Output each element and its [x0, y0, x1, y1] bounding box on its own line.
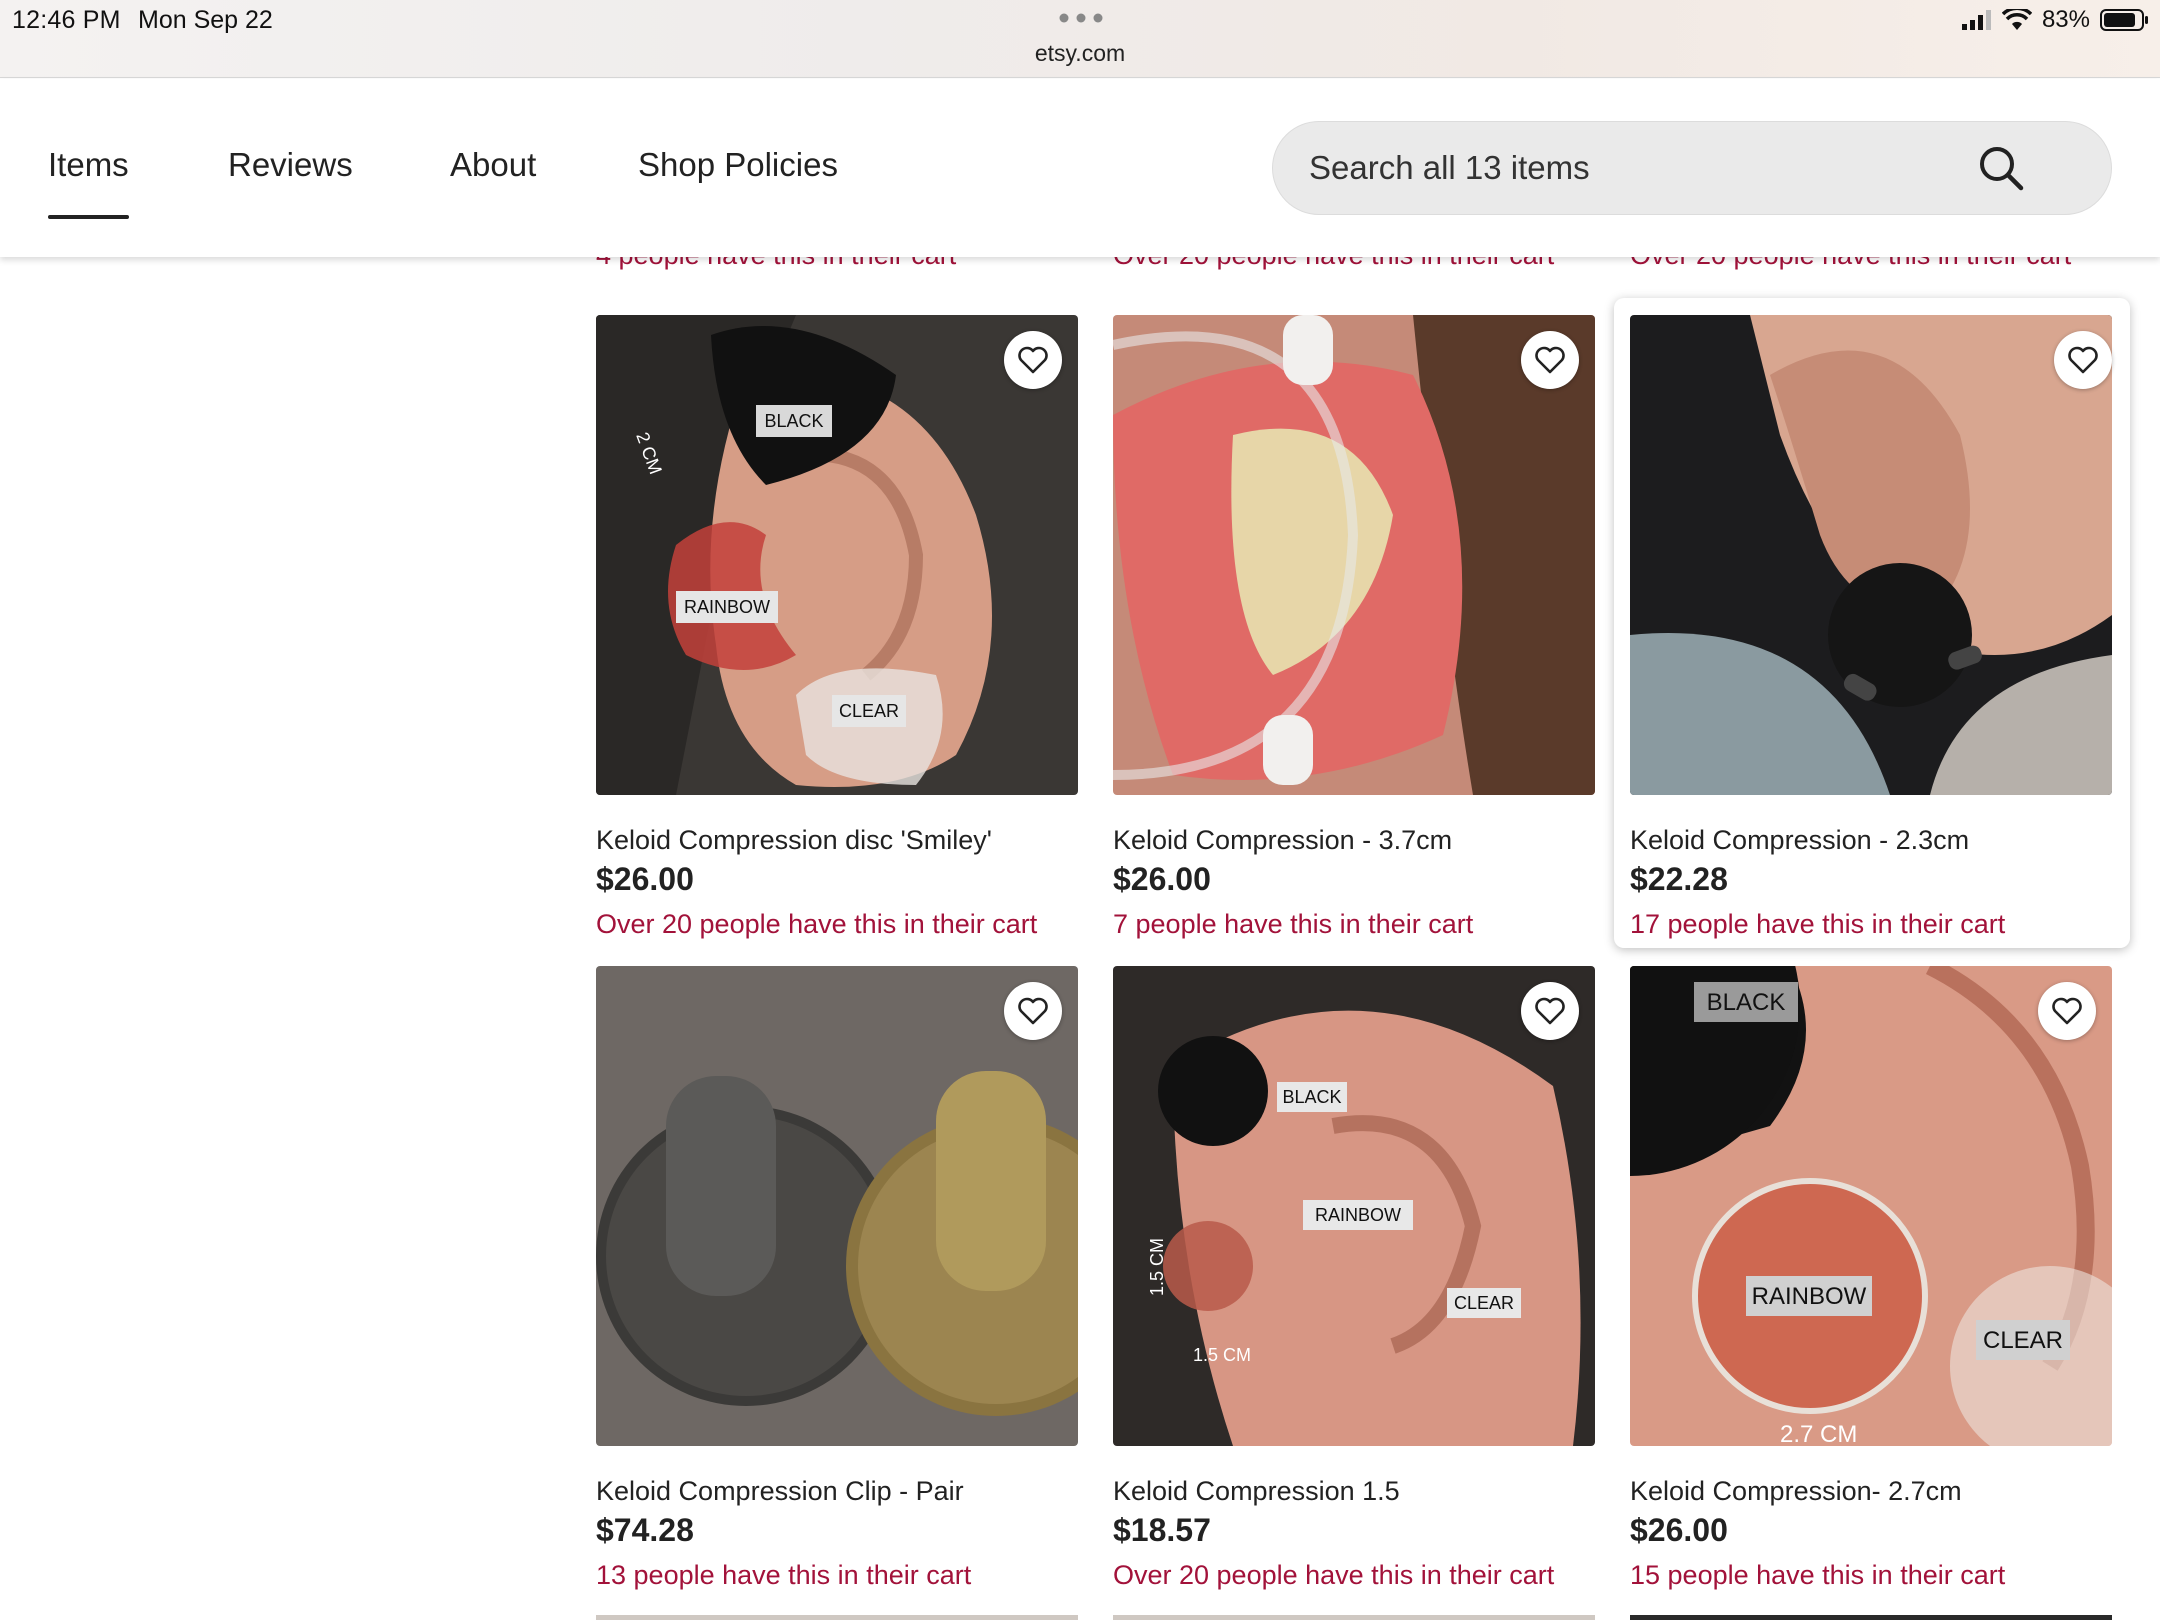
search-icon[interactable]	[1975, 142, 2029, 196]
listing-image[interactable]: BLACK RAINBOW CLEAR 2.7 CM	[1630, 966, 2112, 1446]
label-black: BLACK	[1707, 989, 1786, 1016]
listing-title[interactable]: Keloid Compression - 2.3cm	[1630, 825, 1969, 856]
favorite-button[interactable]	[1004, 331, 1062, 389]
battery-icon	[2100, 9, 2148, 31]
listing-price: $22.28	[1630, 861, 1728, 897]
shop-search[interactable]	[1272, 121, 2112, 215]
more-dots-icon[interactable]	[1056, 10, 1106, 26]
cart-note: 7 people have this in their cart	[1113, 909, 1474, 939]
cart-note: Over 20 people have this in their cart	[596, 909, 1038, 939]
heart-icon	[1018, 997, 1048, 1025]
label-size-horizontal: 1.5 CM	[1193, 1345, 1251, 1365]
listing-price: $26.00	[1113, 861, 1211, 897]
label-black: BLACK	[764, 411, 823, 431]
listing-photo	[596, 966, 1078, 1446]
shop-nav: Items Reviews About Shop Policies	[0, 79, 2160, 257]
cellular-signal-icon	[1961, 10, 1991, 30]
heart-icon	[1018, 346, 1048, 374]
address-bar-url[interactable]: etsy.com	[0, 40, 2160, 67]
wifi-icon	[2001, 9, 2032, 30]
favorite-button[interactable]	[1004, 982, 1062, 1040]
listing-card[interactable]: Keloid Compression - 2.3cm $22.28 17 peo…	[1614, 298, 2130, 948]
favorite-button[interactable]	[1521, 982, 1579, 1040]
status-bar: 12:46 PM Mon Sep 22 etsy.com 83%	[0, 0, 2160, 78]
cart-note: Over 20 people have this in their cart	[1113, 1560, 1555, 1590]
status-time: 12:46 PM	[12, 6, 121, 34]
tab-reviews[interactable]: Reviews	[228, 146, 353, 184]
heart-icon	[1535, 997, 1565, 1025]
listing-title[interactable]: Keloid Compression 1.5	[1113, 1476, 1400, 1507]
label-clear: CLEAR	[1454, 1293, 1514, 1313]
listing-title[interactable]: Keloid Compression disc 'Smiley'	[596, 825, 992, 856]
label-rainbow: RAINBOW	[1315, 1205, 1401, 1225]
label-black: BLACK	[1282, 1087, 1341, 1107]
next-listing-image-edge	[1113, 1615, 1595, 1620]
listing-photo: BLACK RAINBOW CLEAR 2.7 CM	[1630, 966, 2112, 1446]
label-rainbow: RAINBOW	[1752, 1283, 1867, 1310]
label-size-vertical: 1.5 CM	[1147, 1238, 1167, 1296]
listing-photo: BLACK RAINBOW CLEAR 2 CM	[596, 315, 1078, 795]
listing-price: $26.00	[1630, 1512, 1728, 1548]
listing-photo	[1630, 315, 2112, 795]
tab-shop-policies[interactable]: Shop Policies	[638, 146, 838, 184]
cart-note: 17 people have this in their cart	[1630, 909, 2006, 939]
next-listing-image-edge	[1630, 1615, 2112, 1620]
next-listing-image-edge	[596, 1615, 1078, 1620]
heart-icon	[2068, 346, 2098, 374]
listing-price: $26.00	[596, 861, 694, 897]
heart-icon	[2052, 997, 2082, 1025]
label-rainbow: RAINBOW	[684, 597, 770, 617]
battery-percent: 83%	[2041, 6, 2090, 33]
listing-price: $18.57	[1113, 1512, 1211, 1548]
cart-note: 15 people have this in their cart	[1630, 1560, 2006, 1590]
listing-title[interactable]: Keloid Compression - 3.7cm	[1113, 825, 1452, 856]
status-date: Mon Sep 22	[138, 6, 273, 34]
favorite-button[interactable]	[1521, 331, 1579, 389]
listing-photo: BLACK RAINBOW CLEAR 1.5 CM 1.5 CM	[1113, 966, 1595, 1446]
heart-icon	[1535, 346, 1565, 374]
listing-image[interactable]: BLACK RAINBOW CLEAR 1.5 CM 1.5 CM	[1113, 966, 1595, 1446]
listing-price: $74.28	[596, 1512, 694, 1548]
label-size: 2.7 CM	[1780, 1421, 1857, 1446]
cart-note: 13 people have this in their cart	[596, 1560, 972, 1590]
listing-title[interactable]: Keloid Compression Clip - Pair	[596, 1476, 964, 1507]
favorite-button[interactable]	[2054, 331, 2112, 389]
status-indicators: 83%	[1961, 6, 2150, 34]
listing-title[interactable]: Keloid Compression- 2.7cm	[1630, 1476, 1962, 1507]
tab-items[interactable]: Items	[48, 146, 129, 219]
label-clear: CLEAR	[839, 701, 899, 721]
search-input[interactable]	[1309, 146, 1969, 190]
listing-image[interactable]: BLACK RAINBOW CLEAR 2 CM	[596, 315, 1078, 795]
listing-photo	[1113, 315, 1595, 795]
listing-image[interactable]	[1113, 315, 1595, 795]
favorite-button[interactable]	[2038, 982, 2096, 1040]
listing-image[interactable]	[596, 966, 1078, 1446]
tab-about[interactable]: About	[450, 146, 536, 184]
label-clear: CLEAR	[1983, 1327, 2063, 1354]
listing-image[interactable]	[1630, 315, 2112, 795]
